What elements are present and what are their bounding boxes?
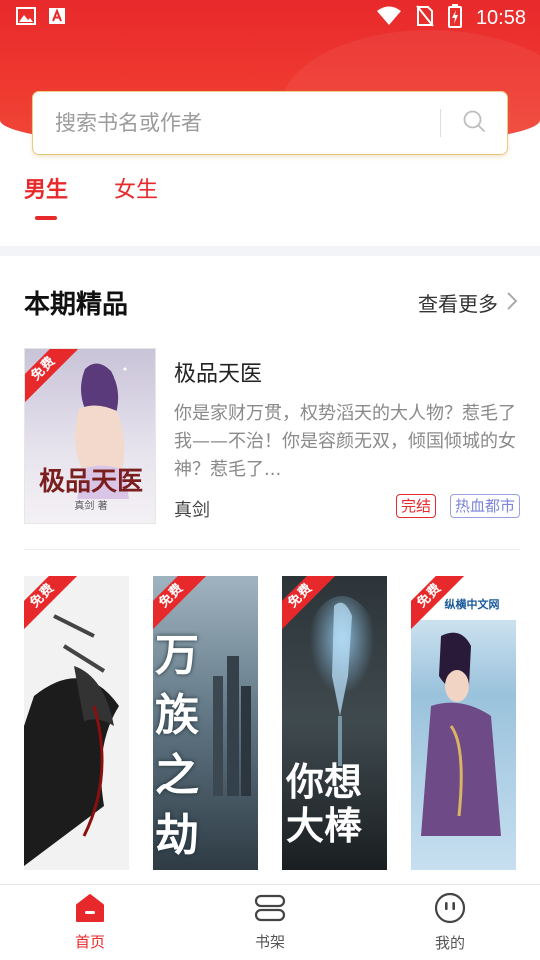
home-icon: [74, 893, 106, 927]
battery-charging-icon: [447, 4, 462, 32]
cover-title: 纵横中文网: [444, 598, 500, 611]
section-divider: [0, 246, 540, 256]
view-more-label: 查看更多: [418, 292, 498, 316]
nav-bookshelf[interactable]: 书架: [180, 885, 360, 960]
tag-genre: 热血都市: [449, 494, 520, 518]
search-icon: [462, 109, 486, 137]
cover-title: 万族之劫: [155, 630, 199, 861]
section-title: 本期精品: [24, 290, 129, 320]
bottom-nav: 首页 书架 我的: [0, 884, 540, 960]
search-box[interactable]: [33, 92, 507, 154]
wifi-icon: [376, 6, 402, 30]
search-input[interactable]: [33, 92, 440, 154]
book-cover[interactable]: 你想大棒 免费: [282, 576, 387, 870]
cover-title: 你想大棒: [286, 759, 363, 848]
nav-profile-label: 我的: [434, 934, 465, 952]
no-sim-icon: [416, 5, 434, 31]
status-bar: 10:58: [0, 0, 540, 36]
book-cover-row: 免费 万族之劫 免费 你想大棒 免费 纵横中文网 免费: [24, 576, 516, 870]
status-time: 10:58: [475, 6, 526, 29]
nav-profile[interactable]: 我的: [360, 885, 540, 960]
view-more-link[interactable]: 查看更多: [418, 288, 518, 317]
chevron-right-icon: [506, 291, 518, 315]
nav-home[interactable]: 首页: [0, 885, 180, 960]
featured-book-tags: 完结 热血都市: [395, 494, 520, 518]
gallery-icon: [16, 7, 36, 29]
featured-book-title[interactable]: 极品天医: [174, 356, 262, 388]
profile-icon: [434, 892, 466, 928]
nav-bookshelf-label: 书架: [254, 933, 285, 951]
featured-cover-author: 真剑 著: [74, 501, 108, 512]
tab-male[interactable]: 男生: [24, 172, 68, 204]
book-cover[interactable]: 纵横中文网 免费: [411, 576, 516, 870]
featured-book-description: 你是家财万贯，权势滔天的大人物？惹毛了我——不治！你是容颜无双，倾国倾城的女神？…: [174, 403, 516, 480]
cover-art: [24, 576, 129, 870]
search-button[interactable]: [441, 92, 507, 154]
book-cover[interactable]: 免费: [24, 576, 129, 870]
book-cover[interactable]: 万族之劫 免费: [153, 576, 258, 870]
nav-home-label: 首页: [74, 933, 105, 951]
featured-book-cover[interactable]: 极品天医 真剑 著 免费: [24, 348, 156, 524]
list-divider: [24, 549, 520, 550]
cover-art: [411, 576, 516, 870]
featured-cover-title: 极品天医: [38, 467, 143, 497]
bookshelf-icon: [253, 893, 287, 927]
gender-tabs: 男生 女生: [24, 172, 158, 204]
tag-status: 完结: [395, 494, 436, 518]
tab-female[interactable]: 女生: [114, 172, 158, 204]
featured-book-author: 真剑: [174, 500, 210, 521]
app-notification-icon: [48, 7, 66, 29]
